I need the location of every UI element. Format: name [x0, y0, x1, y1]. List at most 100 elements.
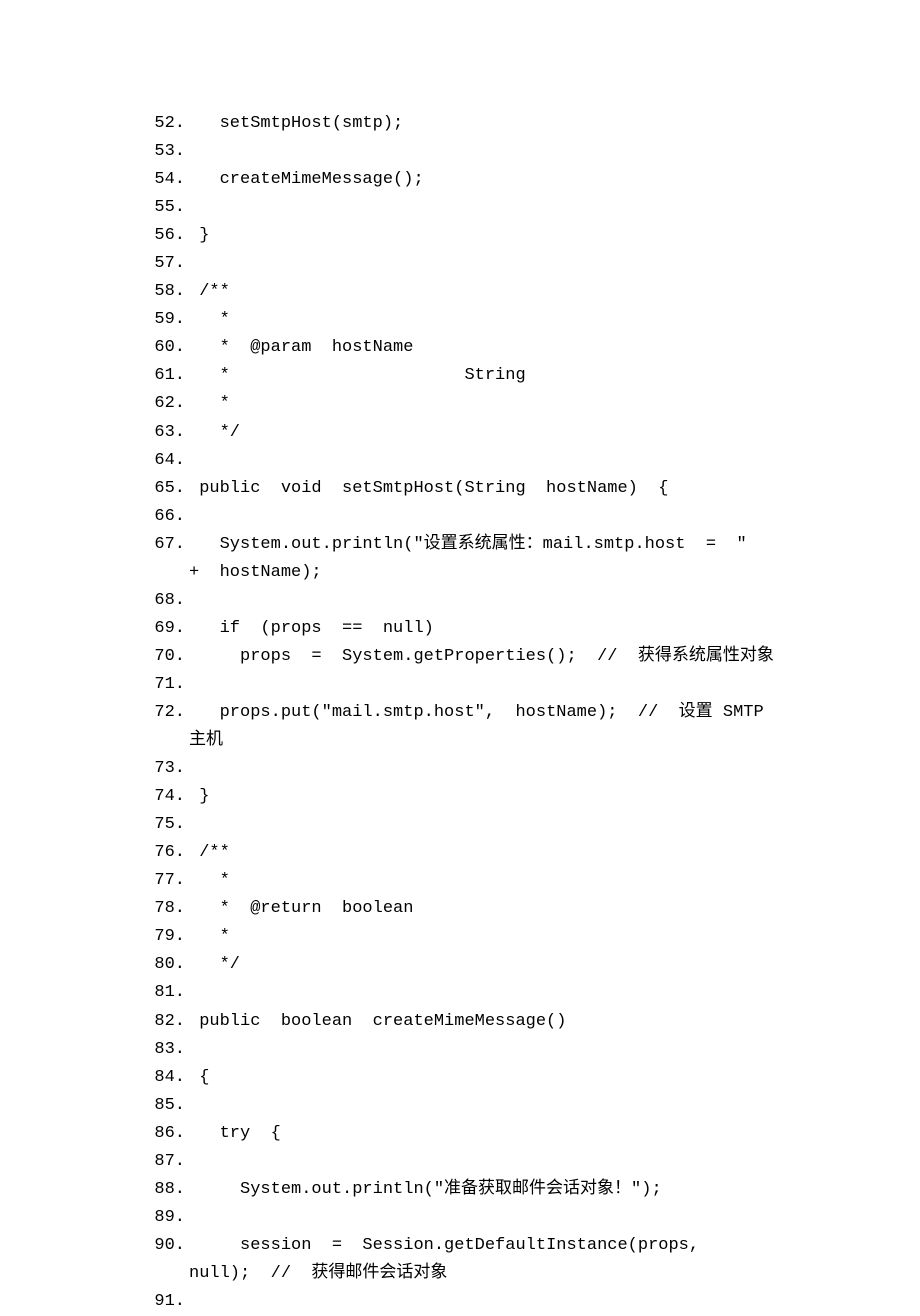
code-line: 80. */ — [145, 951, 775, 979]
line-number: 89. — [145, 1204, 189, 1232]
line-number: 71. — [145, 671, 189, 699]
code-line: 66. — [145, 503, 775, 531]
code-line: 56. } — [145, 222, 775, 250]
line-number: 75. — [145, 811, 189, 839]
line-number: 78. — [145, 895, 189, 923]
line-number: 90. — [145, 1232, 189, 1260]
code-line: 58. /** — [145, 278, 775, 306]
line-number: 79. — [145, 923, 189, 951]
code-line: 81. — [145, 979, 775, 1007]
line-number: 74. — [145, 783, 189, 811]
line-content: } — [189, 222, 775, 250]
code-line: 82. public boolean createMimeMessage() — [145, 1008, 775, 1036]
line-content: public void setSmtpHost(String hostName)… — [189, 475, 775, 503]
line-content: { — [189, 1064, 775, 1092]
line-content: } — [189, 783, 775, 811]
code-line: 69. if (props == null) — [145, 615, 775, 643]
line-number: 63. — [145, 419, 189, 447]
code-line: 90. session = Session.getDefaultInstance… — [145, 1232, 775, 1288]
line-content: * — [189, 390, 775, 418]
line-number: 57. — [145, 250, 189, 278]
code-line: 85. — [145, 1092, 775, 1120]
line-content: if (props == null) — [189, 615, 775, 643]
code-line: 73. — [145, 755, 775, 783]
line-content: public boolean createMimeMessage() — [189, 1008, 775, 1036]
line-number: 80. — [145, 951, 189, 979]
code-line: 70. props = System.getProperties(); // 获… — [145, 643, 775, 671]
line-content: * — [189, 923, 775, 951]
code-line: 87. — [145, 1148, 775, 1176]
line-content: System.out.println("准备获取邮件会话对象！"); — [189, 1176, 775, 1204]
line-content: /** — [189, 839, 775, 867]
line-number: 53. — [145, 138, 189, 166]
code-line: 72. props.put("mail.smtp.host", hostName… — [145, 699, 775, 755]
code-line: 54. createMimeMessage(); — [145, 166, 775, 194]
line-content: props = System.getProperties(); // 获得系统属… — [189, 643, 775, 671]
code-line: 75. — [145, 811, 775, 839]
line-content: * @param hostName — [189, 334, 775, 362]
code-line: 74. } — [145, 783, 775, 811]
line-content: /** — [189, 278, 775, 306]
line-number: 73. — [145, 755, 189, 783]
line-number: 76. — [145, 839, 189, 867]
line-number: 81. — [145, 979, 189, 1007]
code-line: 64. — [145, 447, 775, 475]
line-content: setSmtpHost(smtp); — [189, 110, 775, 138]
line-number: 59. — [145, 306, 189, 334]
line-number: 72. — [145, 699, 189, 727]
code-line: 57. — [145, 250, 775, 278]
line-content: createMimeMessage(); — [189, 166, 775, 194]
line-number: 87. — [145, 1148, 189, 1176]
line-content: * @return boolean — [189, 895, 775, 923]
code-line: 77. * — [145, 867, 775, 895]
line-content: * — [189, 306, 775, 334]
line-number: 61. — [145, 362, 189, 390]
code-line: 55. — [145, 194, 775, 222]
code-line: 79. * — [145, 923, 775, 951]
code-line: 59. * — [145, 306, 775, 334]
line-number: 60. — [145, 334, 189, 362]
line-number: 64. — [145, 447, 189, 475]
line-content: System.out.println("设置系统属性：mail.smtp.hos… — [189, 531, 775, 587]
line-number: 62. — [145, 390, 189, 418]
line-number: 85. — [145, 1092, 189, 1120]
code-line: 65. public void setSmtpHost(String hostN… — [145, 475, 775, 503]
code-line: 83. — [145, 1036, 775, 1064]
line-number: 88. — [145, 1176, 189, 1204]
code-line: 61. * String — [145, 362, 775, 390]
line-number: 65. — [145, 475, 189, 503]
code-line: 63. */ — [145, 419, 775, 447]
code-line: 86. try { — [145, 1120, 775, 1148]
line-number: 86. — [145, 1120, 189, 1148]
line-content: */ — [189, 951, 775, 979]
code-line: 60. * @param hostName — [145, 334, 775, 362]
line-number: 54. — [145, 166, 189, 194]
line-content: session = Session.getDefaultInstance(pro… — [189, 1232, 775, 1288]
line-number: 56. — [145, 222, 189, 250]
line-number: 66. — [145, 503, 189, 531]
line-content: */ — [189, 419, 775, 447]
line-content: * String — [189, 362, 775, 390]
code-line: 89. — [145, 1204, 775, 1232]
line-content: props.put("mail.smtp.host", hostName); /… — [189, 699, 775, 755]
code-line: 68. — [145, 587, 775, 615]
line-number: 82. — [145, 1008, 189, 1036]
line-number: 77. — [145, 867, 189, 895]
line-number: 52. — [145, 110, 189, 138]
code-line: 53. — [145, 138, 775, 166]
line-number: 55. — [145, 194, 189, 222]
line-number: 58. — [145, 278, 189, 306]
code-line: 67. System.out.println("设置系统属性：mail.smtp… — [145, 531, 775, 587]
code-listing: 52. setSmtpHost(smtp); 53.54. createMime… — [145, 110, 775, 1316]
line-number: 69. — [145, 615, 189, 643]
code-line: 76. /** — [145, 839, 775, 867]
code-line: 71. — [145, 671, 775, 699]
document-page: 52. setSmtpHost(smtp); 53.54. createMime… — [0, 0, 920, 1316]
line-content: * — [189, 867, 775, 895]
line-number: 70. — [145, 643, 189, 671]
line-number: 83. — [145, 1036, 189, 1064]
code-line: 78. * @return boolean — [145, 895, 775, 923]
code-line: 52. setSmtpHost(smtp); — [145, 110, 775, 138]
line-number: 68. — [145, 587, 189, 615]
line-number: 67. — [145, 531, 189, 559]
